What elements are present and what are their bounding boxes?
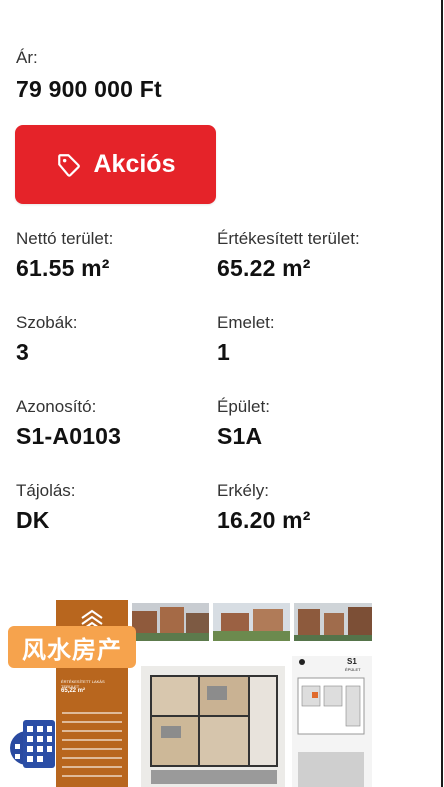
building-photo-1[interactable] bbox=[132, 603, 209, 641]
price-label: Ár: bbox=[16, 48, 38, 67]
floor-plan-thumbnail[interactable] bbox=[141, 666, 285, 787]
floor-value: 1 bbox=[217, 339, 230, 365]
net-area-value: 61.55 m² bbox=[16, 255, 110, 281]
building-photo-2[interactable] bbox=[213, 603, 290, 641]
price-value: 79 900 000 Ft bbox=[16, 76, 162, 102]
building-photo-3[interactable] bbox=[294, 603, 372, 641]
tag-icon bbox=[56, 152, 82, 178]
deal-button[interactable]: Akciós bbox=[15, 125, 216, 204]
siteplan-sub: ÉPÜLET bbox=[345, 667, 361, 672]
building-value: S1A bbox=[217, 423, 263, 449]
orientation-value: DK bbox=[16, 507, 50, 533]
sale-area-label: Értékesített terület: bbox=[217, 229, 360, 248]
rooms-label: Szobák: bbox=[16, 313, 78, 332]
brochure-area: 65,22 m² bbox=[61, 688, 86, 694]
floor-label: Emelet: bbox=[217, 313, 275, 332]
balcony-value: 16.20 m² bbox=[217, 507, 311, 533]
sale-area-value: 65.22 m² bbox=[217, 255, 311, 281]
balcony-label: Erkély: bbox=[217, 481, 269, 500]
right-edge-line bbox=[441, 0, 443, 787]
rooms-value: 3 bbox=[16, 339, 29, 365]
net-area-label: Nettó terület: bbox=[16, 229, 114, 248]
building-label: Épület: bbox=[217, 397, 270, 416]
site-plan-thumbnail[interactable]: S1 ÉPÜLET bbox=[292, 656, 372, 787]
watermark-badge: 风水房产 bbox=[8, 626, 136, 668]
id-value: S1-A0103 bbox=[16, 423, 122, 449]
orientation-label: Tájolás: bbox=[16, 481, 76, 500]
id-label: Azonosító: bbox=[16, 397, 97, 416]
watermark-logo-icon bbox=[10, 720, 55, 768]
deal-button-label: Akciós bbox=[93, 150, 176, 178]
siteplan-label: S1 bbox=[347, 657, 357, 666]
brochure-table bbox=[62, 705, 122, 784]
